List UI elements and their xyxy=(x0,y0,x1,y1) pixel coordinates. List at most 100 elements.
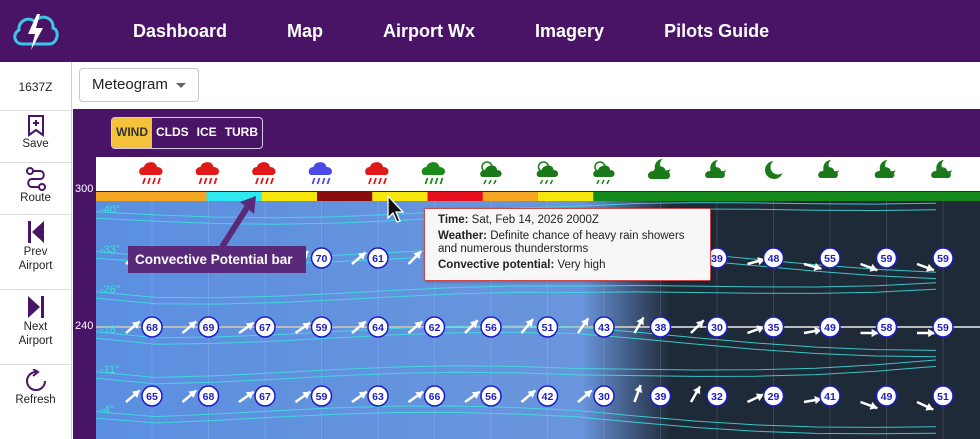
convective-bar-segment[interactable] xyxy=(151,192,207,201)
next-airport-label-line2: Airport xyxy=(18,335,53,347)
convective-potential-callout: Convective Potential bar xyxy=(128,246,306,273)
convective-bar-segment[interactable] xyxy=(924,192,980,201)
temperature-label: -40° xyxy=(100,204,120,216)
wind-speed-value: 59 xyxy=(937,253,949,265)
wind-speed-value: 66 xyxy=(429,391,441,403)
sidebar: 1637Z Save Route Prev Airport Next Airport… xyxy=(0,62,72,439)
prev-icon xyxy=(27,221,44,243)
app-window: Dashboard Map Airport Wx Imagery Pilots Guid… xyxy=(0,0,980,439)
toggle-ice[interactable]: ICE xyxy=(193,118,221,148)
prev-airport-label-line2: Airport xyxy=(18,260,53,272)
next-airport-button[interactable]: Next Airport xyxy=(0,289,71,364)
nav-pilots-guide[interactable]: Pilots Guide xyxy=(634,0,799,62)
view-select-value: Meteogram xyxy=(92,76,168,93)
toggle-turb[interactable]: TURB xyxy=(221,118,262,148)
wind-speed-value: 56 xyxy=(485,391,497,403)
wind-speed-value: 51 xyxy=(542,322,554,334)
wind-speed-value: 55 xyxy=(824,253,836,265)
route-button[interactable]: Route xyxy=(0,162,71,214)
convective-bar-segment[interactable] xyxy=(703,192,760,201)
wind-speed-value: 32 xyxy=(711,391,723,403)
wind-speed-value: 30 xyxy=(598,391,610,403)
wind-speed-value: 58 xyxy=(881,322,893,334)
temperature-label: -26° xyxy=(100,284,120,296)
temperature-label: -18° xyxy=(100,324,120,336)
wind-speed-value: 63 xyxy=(372,391,384,403)
wind-speed-value: 69 xyxy=(203,322,215,334)
convective-bar-segment[interactable] xyxy=(648,192,705,201)
nav-map[interactable]: Map xyxy=(257,0,353,62)
convective-bar-segment[interactable] xyxy=(206,192,263,201)
wind-speed-value: 59 xyxy=(316,322,328,334)
tooltip-time-label: Time: xyxy=(438,214,469,226)
convective-bar-segment[interactable] xyxy=(538,192,594,201)
convective-bar-segment[interactable] xyxy=(317,192,373,201)
wind-speed-value: 39 xyxy=(655,391,667,403)
wind-speed-value: 51 xyxy=(937,391,949,403)
next-icon xyxy=(27,296,44,318)
toggle-wind[interactable]: WIND xyxy=(112,118,152,148)
convective-bar-segment[interactable] xyxy=(869,192,926,201)
refresh-button[interactable]: Refresh xyxy=(0,364,71,424)
meteogram-chart[interactable]: -40°-33°-26°-18°-11°-4°70617142394855595… xyxy=(96,157,980,439)
altitude-label-300: 300 xyxy=(75,183,94,195)
wind-speed-value: 49 xyxy=(824,322,836,334)
temperature-label: -4° xyxy=(100,404,114,416)
layer-toggle-group: WIND CLDS ICE TURB xyxy=(111,117,264,149)
convective-bar-segment[interactable] xyxy=(593,192,649,201)
wind-speed-value: 59 xyxy=(937,322,949,334)
convective-bar-segment[interactable] xyxy=(372,192,428,201)
tooltip-weather-label: Weather: xyxy=(438,230,487,242)
wind-speed-value: 59 xyxy=(316,391,328,403)
top-navbar: Dashboard Map Airport Wx Imagery Pilots Guid… xyxy=(0,0,980,62)
wind-speed-value: 29 xyxy=(768,391,780,403)
wind-speed-value: 67 xyxy=(259,322,271,334)
convective-bar-segment[interactable] xyxy=(482,192,539,201)
nav-imagery[interactable]: Imagery xyxy=(505,0,634,62)
refresh-label: Refresh xyxy=(15,394,56,406)
wind-speed-value: 48 xyxy=(768,253,780,265)
toggle-clds[interactable]: CLDS xyxy=(152,118,193,148)
tooltip-convective-value: Very high xyxy=(557,259,606,271)
wind-speed-value: 30 xyxy=(711,322,723,334)
prev-airport-button[interactable]: Prev Airport xyxy=(0,214,71,289)
save-label: Save xyxy=(22,138,49,150)
prev-airport-label: Prev Airport xyxy=(19,245,53,273)
bookmark-plus-icon xyxy=(27,115,44,137)
temperature-label: -33° xyxy=(100,244,120,256)
view-select[interactable]: Meteogram xyxy=(79,68,199,102)
altitude-label-240: 240 xyxy=(75,320,94,332)
chevron-down-icon xyxy=(176,83,186,88)
wind-speed-value: 68 xyxy=(203,391,215,403)
wind-speed-value: 67 xyxy=(259,391,271,403)
refresh-icon xyxy=(25,369,46,391)
wind-speed-value: 62 xyxy=(429,322,441,334)
wind-speed-value: 64 xyxy=(372,322,384,334)
tooltip-time-value: Sat, Feb 14, 2026 2000Z xyxy=(471,214,599,226)
nav-dashboard[interactable]: Dashboard xyxy=(103,0,257,62)
tooltip-convective-label: Convective potential: xyxy=(438,259,555,271)
main-nav: Dashboard Map Airport Wx Imagery Pilots Guid… xyxy=(103,0,799,62)
current-time: 1637Z xyxy=(18,80,53,94)
logo-icon[interactable] xyxy=(10,8,60,54)
convective-bar-segment[interactable] xyxy=(261,192,318,201)
nav-airport-wx[interactable]: Airport Wx xyxy=(353,0,505,62)
wind-speed-value: 43 xyxy=(598,322,610,334)
temperature-label: -11° xyxy=(100,364,119,376)
convective-bar-segment[interactable] xyxy=(814,192,870,201)
wind-speed-value: 42 xyxy=(542,391,554,403)
wind-speed-value: 49 xyxy=(881,391,893,403)
next-airport-label: Next Airport xyxy=(19,320,53,348)
wind-speed-value: 70 xyxy=(316,253,328,265)
wind-speed-value: 38 xyxy=(655,322,667,334)
convective-bar-segment[interactable] xyxy=(96,192,152,201)
convective-bar-segment[interactable] xyxy=(427,192,484,201)
forecast-tooltip: Time: Sat, Feb 14, 2026 2000Z Weather: D… xyxy=(424,208,711,281)
view-header: Meteogram xyxy=(73,62,980,109)
save-button[interactable]: Save xyxy=(0,110,71,162)
wind-speed-value: 41 xyxy=(824,391,836,403)
convective-bar-segment[interactable] xyxy=(759,192,815,201)
route-icon xyxy=(25,167,46,191)
wind-speed-value: 56 xyxy=(485,322,497,334)
route-label: Route xyxy=(20,192,51,204)
